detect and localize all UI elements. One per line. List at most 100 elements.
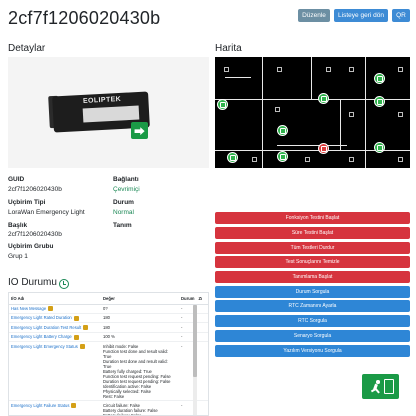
- map-marker-ok[interactable]: [277, 125, 288, 136]
- io-row-value: Circuit failure: False Battery duration …: [101, 400, 179, 415]
- io-table-row: Emergency Light Battery Charge 100 % -: [9, 332, 208, 343]
- io-row-value: 100 %: [101, 332, 179, 343]
- io-col-extra: Zı: [196, 293, 208, 305]
- map-marker-ok[interactable]: [277, 151, 288, 162]
- io-row-name[interactable]: Emergency Light Battery Charge: [9, 332, 101, 343]
- io-row-extra: [196, 332, 208, 343]
- map-fixture: [349, 67, 354, 72]
- io-status-panel: I/O Adı Değer Durum Zı Has New Message 0?…: [8, 292, 209, 416]
- io-row-name[interactable]: Emergency Light Emergency Status: [9, 341, 101, 402]
- map-wall: [365, 57, 366, 168]
- io-row-value: Inhibit mode: False Function test done a…: [101, 341, 179, 402]
- map-wall: [225, 77, 251, 78]
- map-fixture: [305, 157, 310, 162]
- title-value: 2cf7f1206020430b: [8, 231, 62, 238]
- action-button[interactable]: Fonksiyon Testini Başlat: [215, 212, 410, 224]
- map-heading: Harita: [215, 43, 242, 54]
- floor-plan-map[interactable]: [215, 57, 410, 168]
- map-marker-alert[interactable]: [318, 143, 329, 154]
- qr-button[interactable]: QR: [392, 9, 410, 22]
- io-col-status: Durum: [179, 293, 197, 305]
- io-table-row: Emergency Light Emergency Status Inhibit …: [9, 341, 208, 402]
- io-row-name[interactable]: Emergency Light Duration Test Result: [9, 322, 101, 333]
- io-row-name[interactable]: Has New Message: [9, 304, 101, 314]
- details-heading: Detaylar: [8, 43, 46, 54]
- map-fixture: [398, 67, 403, 72]
- map-wall: [277, 145, 347, 146]
- map-marker-ok[interactable]: [217, 99, 228, 110]
- map-fixture: [252, 157, 257, 162]
- io-status-heading: IO Durumu: [8, 277, 57, 288]
- description-label: Tanım: [113, 222, 132, 229]
- io-row-value: 0?: [101, 304, 179, 314]
- action-button[interactable]: Süre Testini Başlat: [215, 227, 410, 239]
- edit-button[interactable]: Düzenle: [298, 9, 330, 22]
- io-table: I/O Adı Değer Durum Zı Has New Message 0?…: [9, 293, 208, 415]
- map-marker-ok[interactable]: [374, 96, 385, 107]
- map-fixture: [398, 157, 403, 162]
- guid-label: GUID: [8, 176, 25, 183]
- io-row-extra: [196, 400, 208, 415]
- action-button[interactable]: Test Sonuçlarını Temizle: [215, 256, 410, 268]
- map-wall: [340, 100, 341, 150]
- page-header: 2cf7f1206020430b Düzenle Listeye geri dö…: [0, 0, 416, 38]
- title-label: Başlık: [8, 222, 28, 229]
- action-button[interactable]: Senaryo Sorgula: [215, 330, 410, 342]
- connection-label: Bağlantı: [113, 176, 139, 183]
- map-fixture: [326, 67, 331, 72]
- map-marker-ok[interactable]: [227, 152, 238, 163]
- map-fixture: [224, 67, 229, 72]
- io-row-value: 180: [101, 322, 179, 333]
- group-label: Uçbirim Grubu: [8, 243, 54, 250]
- status-value: Normal: [113, 209, 134, 216]
- edit-icon[interactable]: [73, 315, 79, 321]
- edit-icon[interactable]: [79, 343, 85, 349]
- edit-icon[interactable]: [48, 306, 54, 312]
- back-to-list-button[interactable]: Listeye geri dön: [334, 9, 388, 22]
- io-table-row: Has New Message 0? -: [9, 304, 208, 314]
- io-row-extra: [196, 313, 208, 324]
- map-marker-ok[interactable]: [374, 73, 385, 84]
- exit-sign-icon: ⮕: [131, 122, 148, 139]
- map-marker-ok[interactable]: [318, 93, 329, 104]
- status-label: Durum: [113, 199, 134, 206]
- action-button[interactable]: Yazılım Versiyonu Sorgula: [215, 345, 410, 357]
- action-button[interactable]: Tüm Testleri Durdur: [215, 242, 410, 254]
- io-row-extra: [196, 341, 208, 402]
- io-row-extra: [196, 322, 208, 333]
- io-row-name[interactable]: Emergency Light Rated Duration: [9, 313, 101, 324]
- io-table-row: Emergency Light Duration Test Result 180-: [9, 322, 208, 333]
- action-button[interactable]: RTC Sorgula: [215, 315, 410, 327]
- io-col-value: Değer: [101, 293, 179, 305]
- io-table-row: Emergency Light Failure Status Circuit fa…: [9, 400, 208, 415]
- io-scrollbar-thumb[interactable]: [193, 305, 197, 377]
- edit-icon[interactable]: [73, 334, 79, 340]
- device-type-value: LoraWan Emergency Light: [8, 209, 85, 216]
- action-button[interactable]: Durum Sorgula: [215, 286, 410, 298]
- io-row-value: 180: [101, 313, 179, 324]
- connection-value: Çevrimiçi: [113, 186, 140, 193]
- map-fixture: [275, 107, 280, 112]
- map-fixture: [277, 67, 282, 72]
- io-table-row: Emergency Light Rated Duration 180-: [9, 313, 208, 324]
- map-fixture: [398, 112, 403, 117]
- edit-icon[interactable]: [71, 402, 77, 408]
- map-wall: [311, 57, 312, 99]
- emergency-exit-icon: [362, 374, 399, 399]
- guid-value: 2cf7f1206020430b: [8, 186, 62, 193]
- io-row-name[interactable]: Emergency Light Failure Status: [9, 400, 101, 415]
- edit-icon[interactable]: [83, 325, 89, 331]
- map-marker-ok[interactable]: [374, 142, 385, 153]
- io-row-extra: [196, 304, 208, 314]
- action-button[interactable]: Tanımlama Başlat: [215, 271, 410, 283]
- map-fixture: [349, 157, 354, 162]
- io-table-header: I/O Adı Değer Durum Zı: [9, 293, 208, 305]
- io-col-name: I/O Adı: [9, 293, 101, 305]
- page-title: 2cf7f1206020430b: [8, 8, 161, 28]
- map-wall: [262, 57, 263, 168]
- action-button[interactable]: RTC Zamanını Ayarla: [215, 300, 410, 312]
- group-value: Grup 1: [8, 253, 28, 260]
- map-fixture: [349, 112, 354, 117]
- device-sticker: [82, 105, 140, 123]
- refresh-icon[interactable]: [59, 279, 69, 289]
